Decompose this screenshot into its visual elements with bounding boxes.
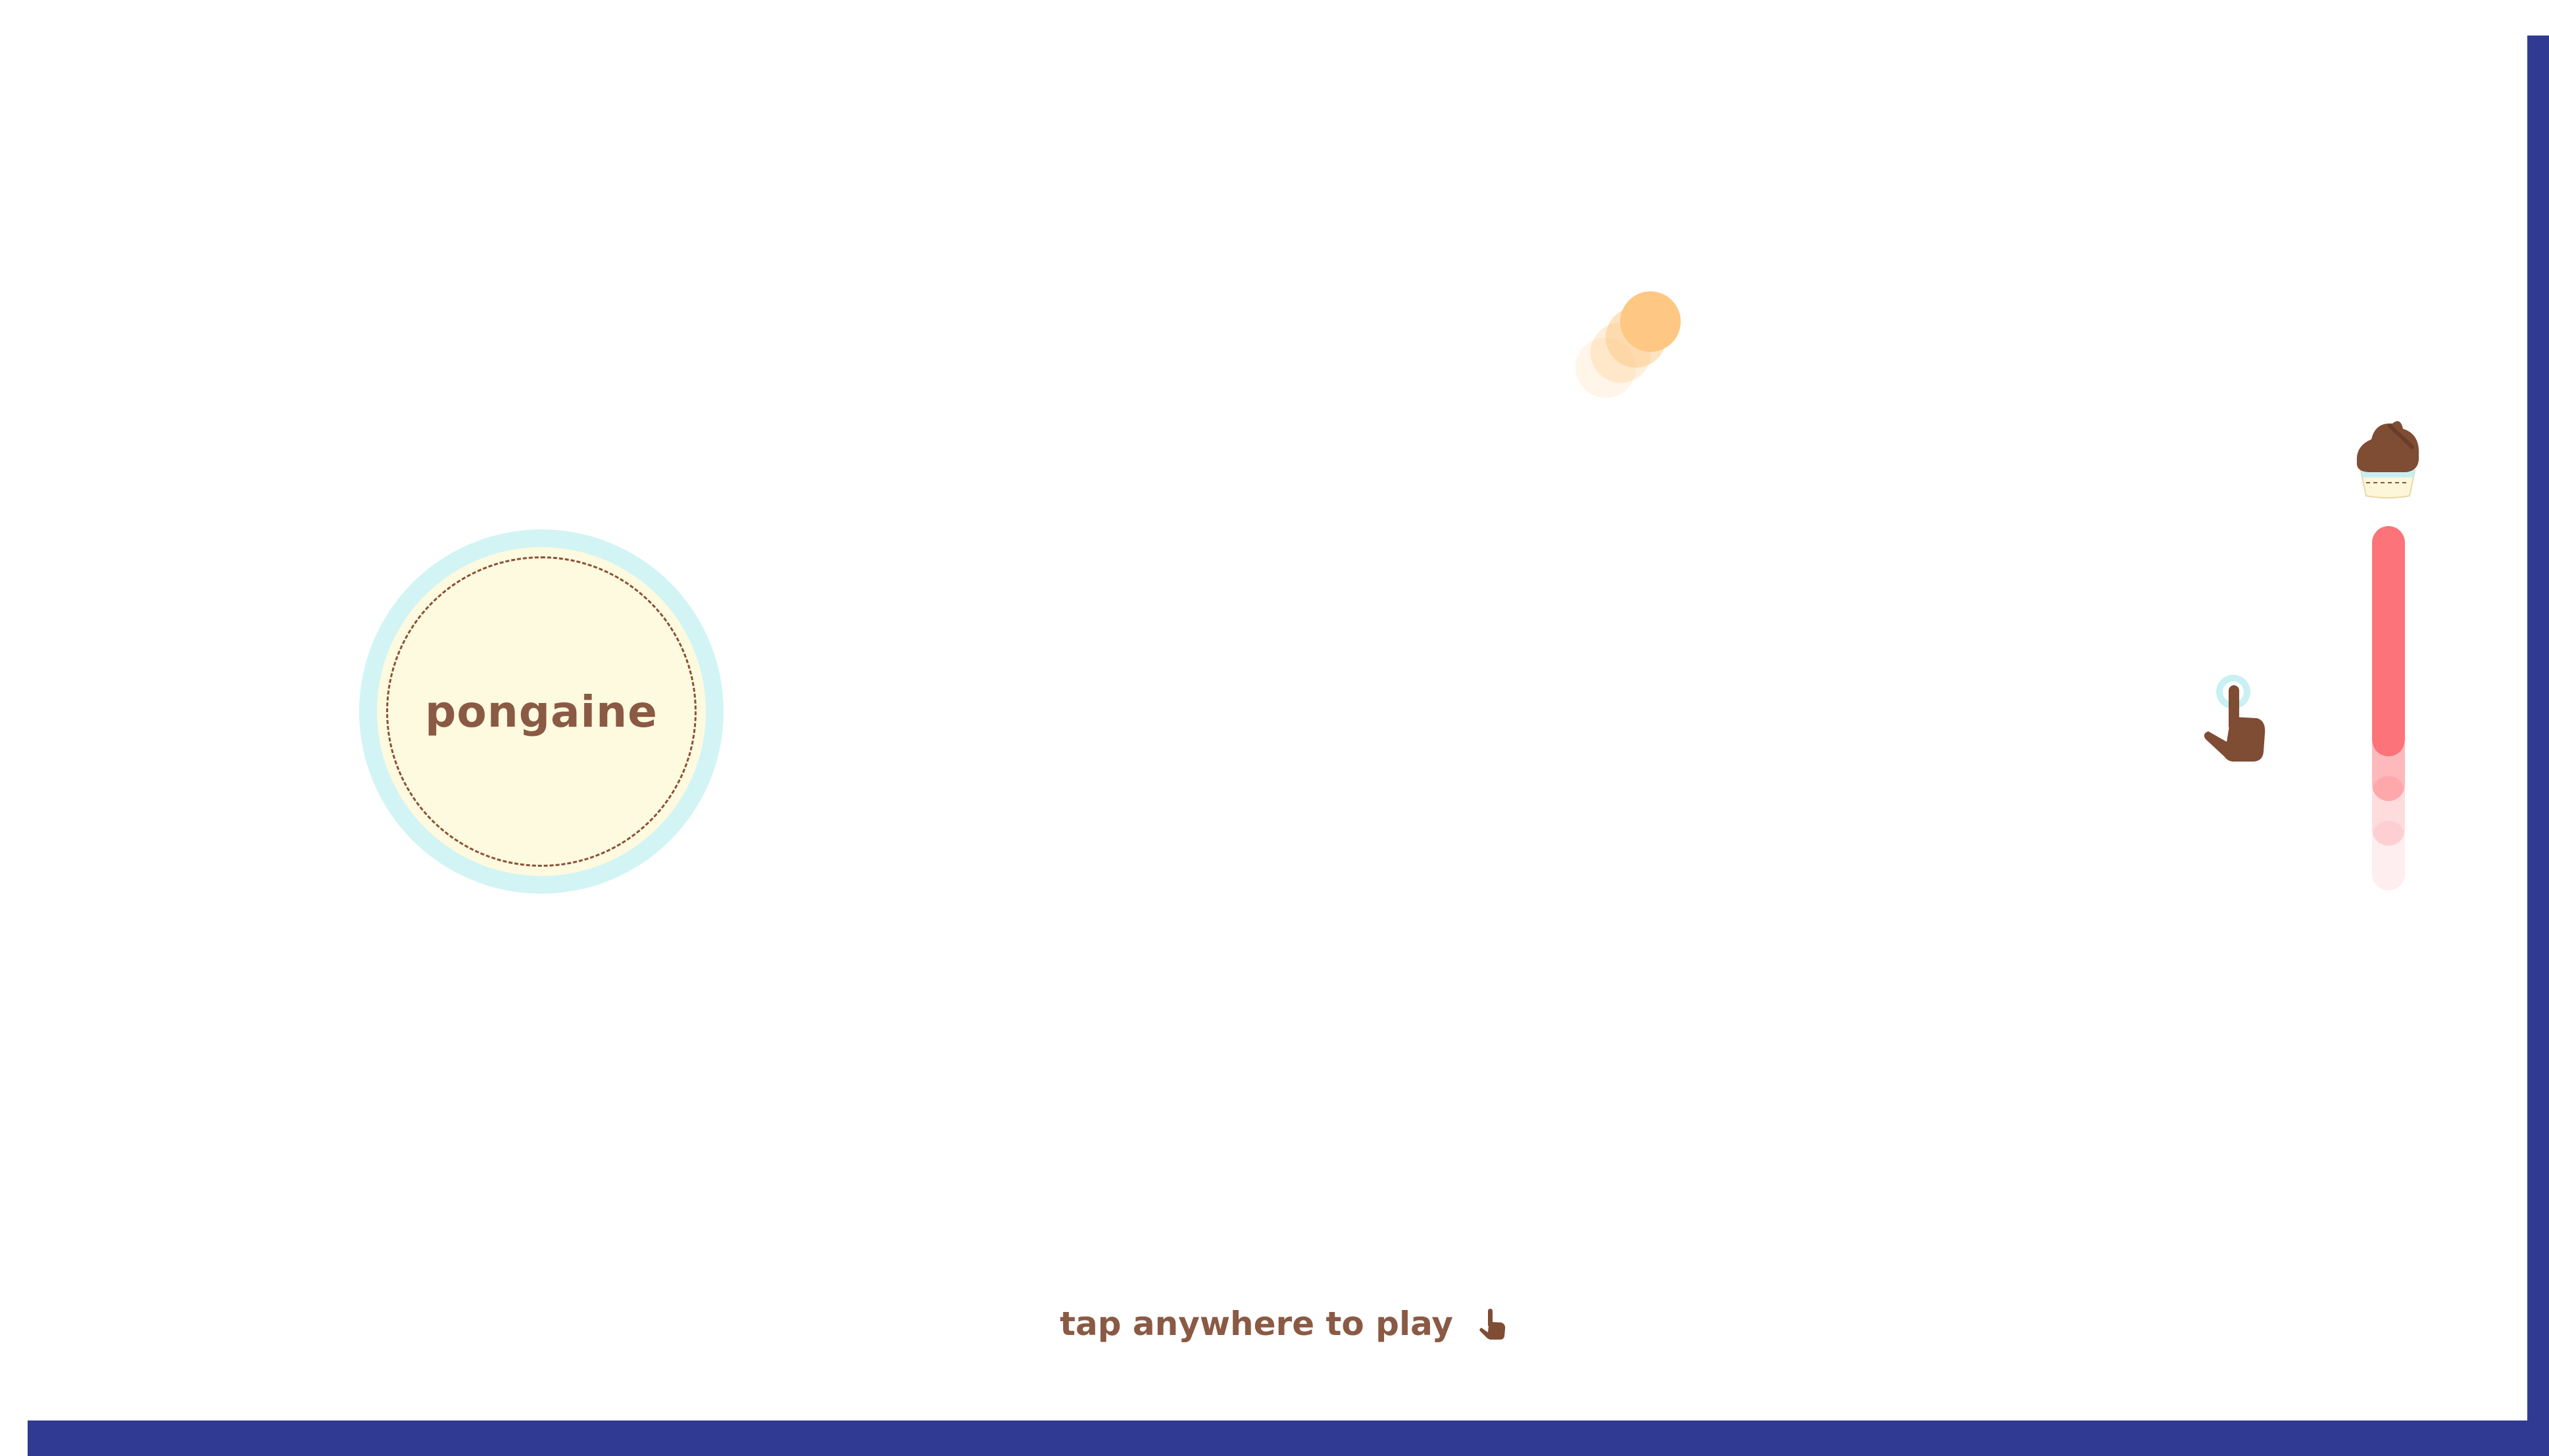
logo-dashed-ring: pongaine (386, 556, 697, 867)
frame-right-border (2527, 36, 2549, 1456)
pointing-hand-icon (2204, 675, 2265, 762)
frame-bottom-border (28, 1420, 2549, 1456)
game-title: pongaine (425, 686, 658, 737)
logo-inner-disc: pongaine (377, 547, 706, 876)
ball (1620, 291, 1681, 352)
game-logo: pongaine (359, 529, 724, 894)
pointing-hand-icon (1479, 1309, 1506, 1340)
paddle[interactable] (2372, 526, 2405, 756)
start-prompt-text: tap anywhere to play (1060, 1305, 1453, 1343)
start-prompt: tap anywhere to play (1052, 1301, 1460, 1347)
game-stage[interactable]: pongaine tap anywhere to play (0, 0, 2549, 1456)
cupcake-icon (2356, 421, 2419, 498)
